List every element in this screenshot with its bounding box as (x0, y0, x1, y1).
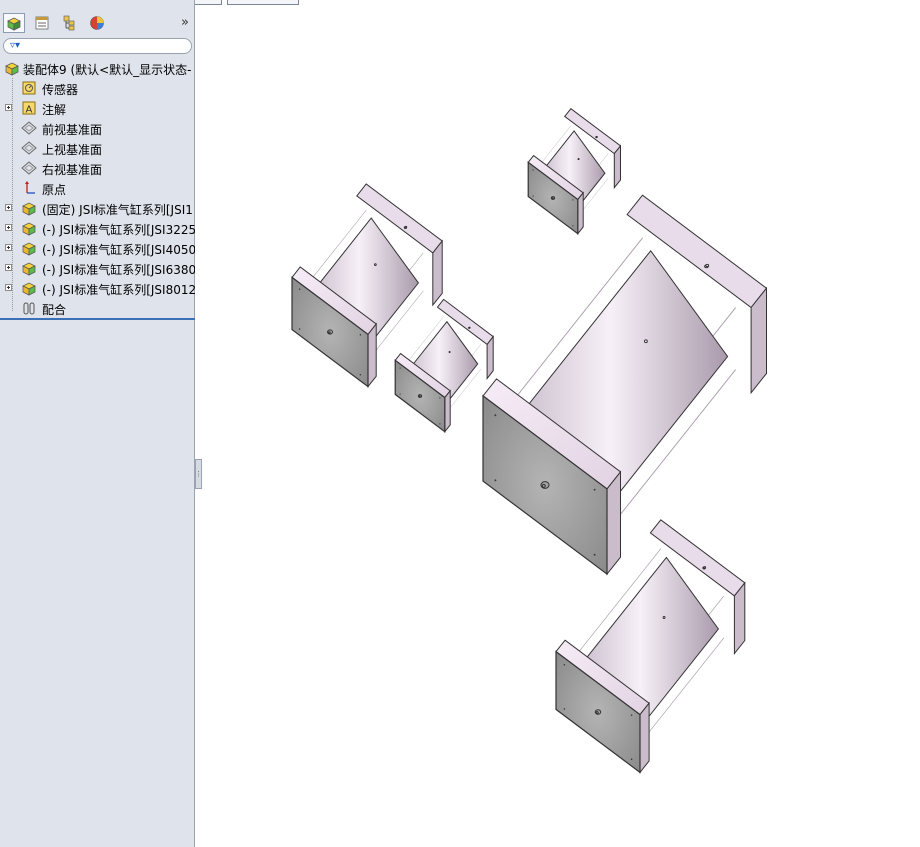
expand-toggle[interactable] (5, 284, 12, 291)
expand-toggle[interactable] (5, 204, 12, 211)
tree-item-label: 右视基准面 (42, 163, 103, 177)
mate-icon (21, 300, 37, 316)
part-icon (21, 280, 37, 296)
tree-item-label: 原点 (42, 183, 67, 197)
tree-item[interactable]: A 注解 (0, 98, 195, 118)
tree-item-label: (固定) JSI标准气缸系列[JSI1 (42, 203, 193, 217)
annotation-icon: A (21, 100, 37, 116)
configuration-manager-tab[interactable] (58, 13, 80, 33)
cylinder-jsi-small-top[interactable] (527, 108, 622, 236)
tree-item[interactable]: 前视基准面 (0, 118, 195, 138)
tree-item[interactable]: 原点 (0, 178, 195, 198)
tree-item-label: (-) JSI标准气缸系列[JSI8012 (42, 283, 195, 297)
filter-icon: ▿▾ (10, 40, 21, 51)
tree-item-label: 配合 (42, 303, 67, 317)
tree-item-label: 传感器 (42, 83, 79, 97)
tree-item-label: 前视基准面 (42, 123, 103, 137)
tree-item[interactable]: (-) JSI标准气缸系列[JSI8012 (0, 278, 195, 298)
svg-text:A: A (26, 105, 33, 116)
part-icon (21, 200, 37, 216)
tree-item-label: 上视基准面 (42, 143, 103, 157)
tree-item[interactable]: 配合 (0, 298, 195, 318)
display-manager-icon (90, 16, 104, 30)
tree-item[interactable]: 传感器 (0, 78, 195, 98)
plane-icon (21, 160, 37, 176)
display-manager-tab[interactable] (86, 13, 108, 33)
part-icon (21, 240, 37, 256)
tree-item-label: 装配体9 (默认<默认_显示状态- (23, 63, 192, 77)
expand-toggle[interactable] (5, 244, 12, 251)
feature-manager-panel: » ▿▾ 装配体9 (默认<默认_显示状态- 传感器 A 注解前视基准面上视基准面右视… (0, 0, 195, 847)
tree-root-assembly[interactable]: 装配体9 (默认<默认_显示状态- (0, 58, 195, 78)
tree-item-label: (-) JSI标准气缸系列[JSI6380 (42, 263, 195, 277)
cylinder-jsi-small-middle[interactable] (394, 298, 494, 434)
configuration-manager-icon (63, 15, 75, 31)
feature-manager-tab[interactable] (3, 13, 25, 33)
tree-item[interactable]: (-) JSI标准气缸系列[JSI3225 (0, 218, 195, 238)
sensor-icon (21, 80, 37, 96)
rollback-bar[interactable] (0, 318, 195, 320)
part-icon (21, 220, 37, 236)
tree-item-label: 注解 (42, 103, 67, 117)
tree-item[interactable]: (-) JSI标准气缸系列[JSI4050 (0, 238, 195, 258)
plane-icon (21, 140, 37, 156)
assembly-icon (4, 60, 20, 76)
feature-manager-icon (7, 17, 21, 31)
expand-toggle[interactable] (5, 264, 12, 271)
plane-icon (21, 120, 37, 136)
cylinder-jsi-xlarge[interactable] (482, 194, 768, 576)
panel-splitter[interactable]: ⋮ (195, 459, 202, 489)
tree-item-label: (-) JSI标准气缸系列[JSI4050 (42, 243, 195, 257)
tree-filter-input[interactable]: ▿▾ (3, 38, 192, 54)
tree-item-label: (-) JSI标准气缸系列[JSI3225 (42, 223, 195, 237)
tree-item[interactable]: (固定) JSI标准气缸系列[JSI1 (0, 198, 195, 218)
origin-icon (21, 180, 37, 196)
manager-toolbar: » (0, 11, 195, 35)
property-manager-tab[interactable] (31, 13, 53, 33)
more-tabs-button[interactable]: » (181, 15, 189, 30)
property-manager-icon (35, 16, 49, 30)
tree-item[interactable]: 上视基准面 (0, 138, 195, 158)
expand-toggle[interactable] (5, 104, 12, 111)
tree-item[interactable]: 右视基准面 (0, 158, 195, 178)
graphics-viewport[interactable] (202, 0, 920, 847)
part-icon (21, 260, 37, 276)
expand-toggle[interactable] (5, 224, 12, 231)
tree-item[interactable]: (-) JSI标准气缸系列[JSI6380 (0, 258, 195, 278)
